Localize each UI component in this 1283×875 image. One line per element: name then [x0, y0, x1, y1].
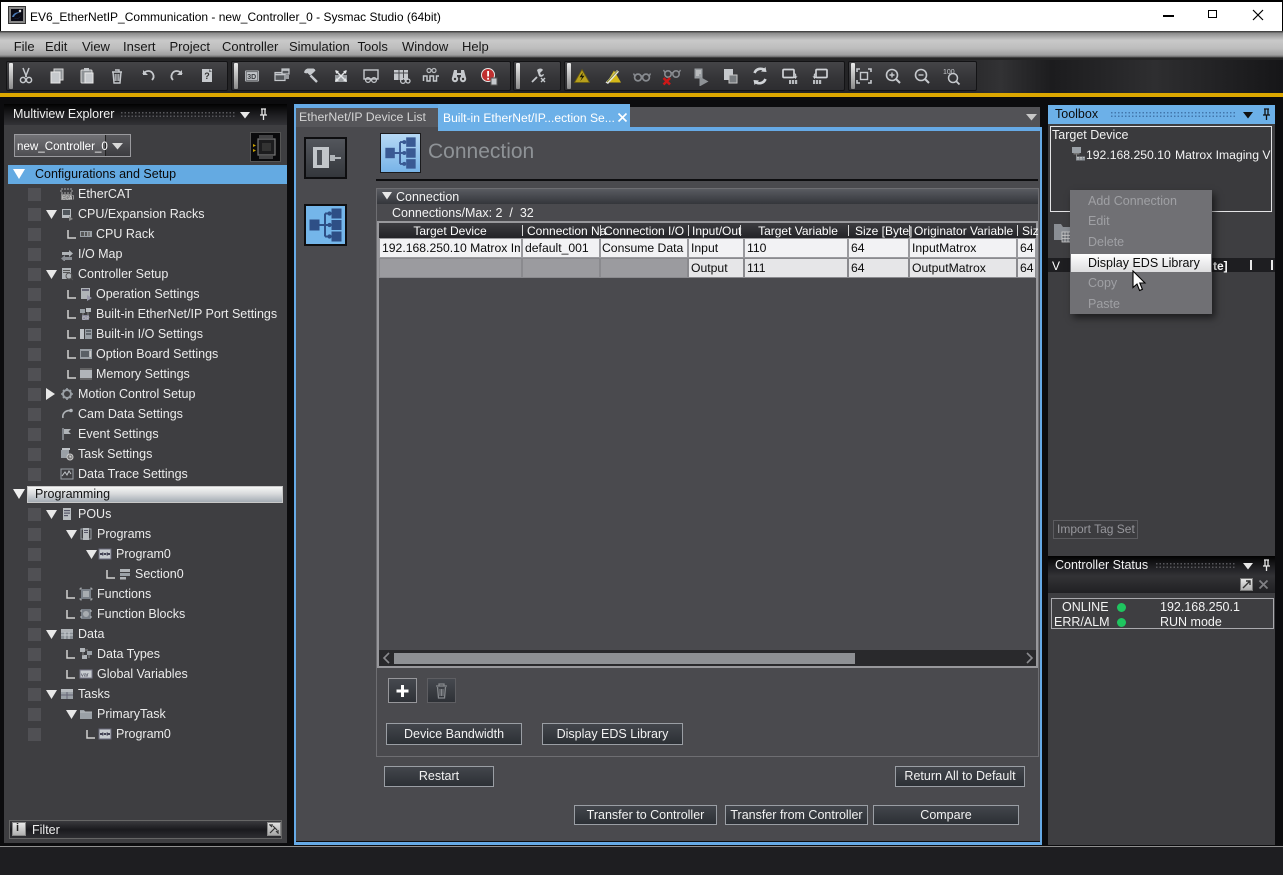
svg-text:3D: 3D [247, 74, 256, 81]
svg-text:ECAT: ECAT [62, 196, 74, 202]
svg-text:EIP: EIP [82, 316, 89, 321]
svg-text:var: var [81, 673, 89, 679]
svg-text:?: ? [204, 71, 210, 81]
